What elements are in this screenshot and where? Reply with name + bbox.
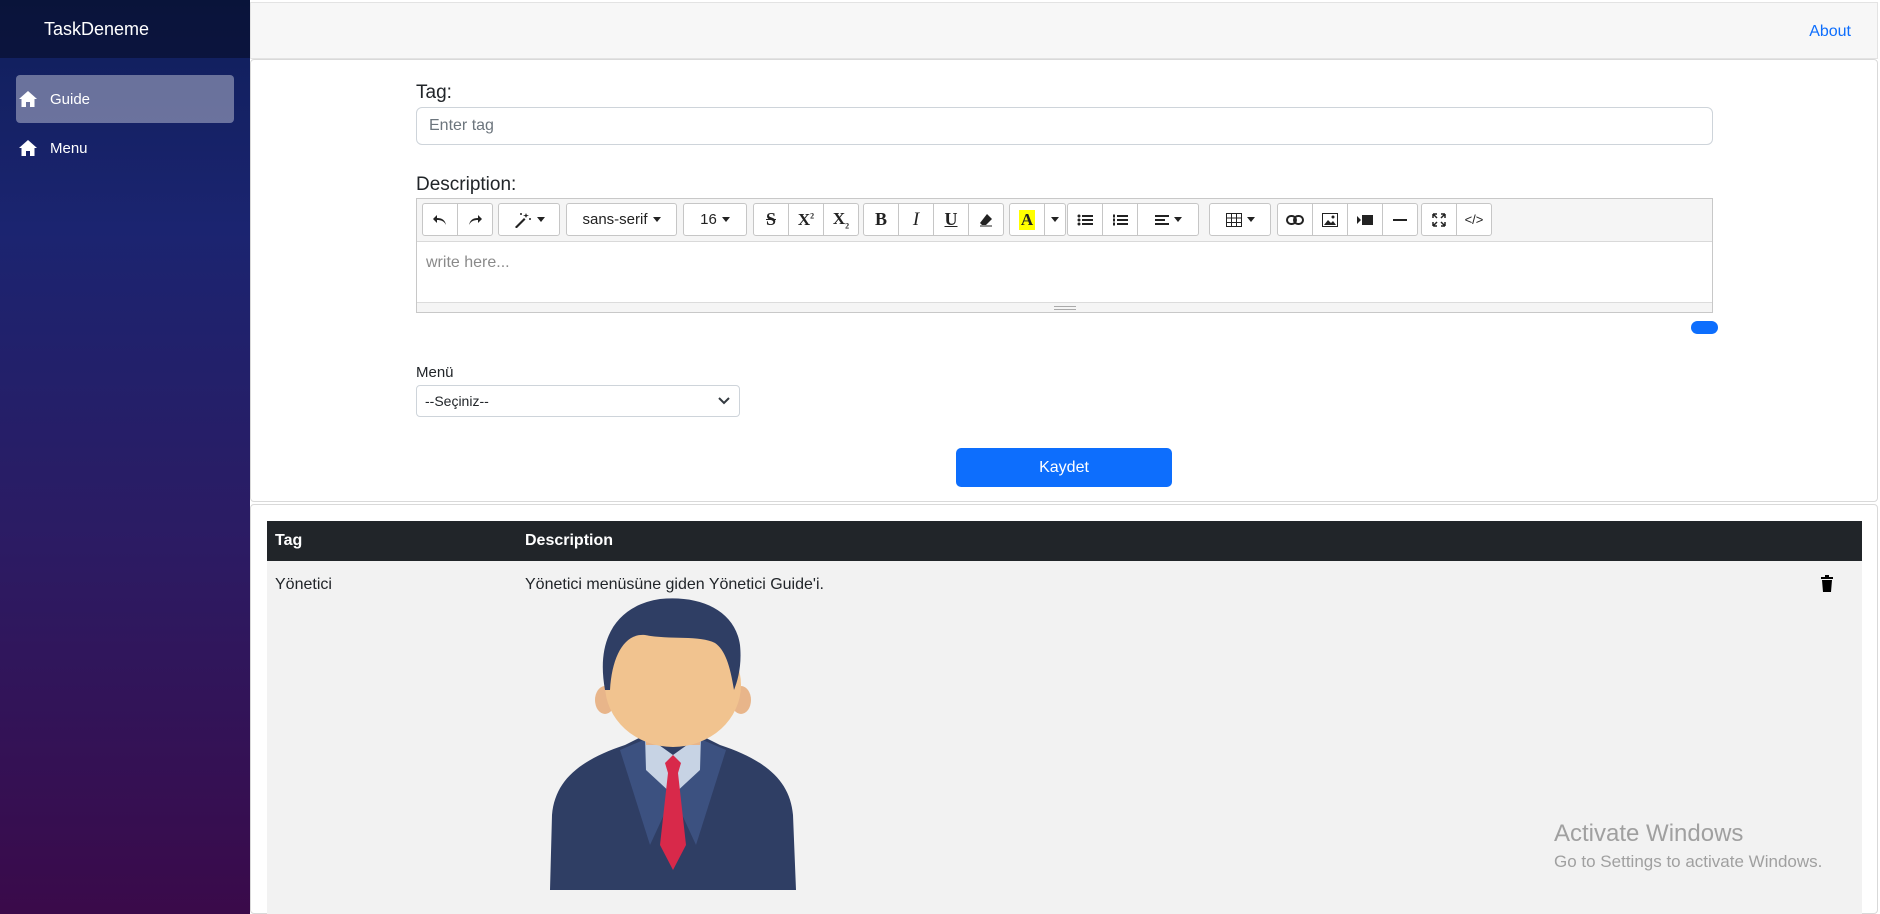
windows-activation-watermark: Activate Windows Go to Settings to activ… — [1554, 820, 1822, 872]
undo-button[interactable] — [422, 203, 458, 236]
guide-form-card: Tag: Description: sans-serif — [250, 59, 1878, 502]
editor-toolbar: sans-serif 16 S X2 X2 B I U A </> — [417, 199, 1712, 242]
text-color-button[interactable]: A — [1009, 203, 1045, 236]
image-icon — [1322, 212, 1338, 227]
row-description: Yönetici menüsüne giden Yönetici Guide'i… — [525, 576, 824, 593]
font-size-value: 16 — [700, 211, 717, 228]
clear-format-button[interactable] — [968, 203, 1004, 236]
subscript-button[interactable]: X2 — [823, 203, 859, 236]
chevron-down-icon — [718, 397, 730, 405]
unordered-list-button[interactable] — [1067, 203, 1103, 236]
ordered-list-button[interactable] — [1102, 203, 1138, 236]
businessman-avatar-image — [550, 598, 796, 890]
editor-content[interactable]: write here... — [417, 242, 1712, 302]
trash-icon[interactable] — [1817, 574, 1837, 594]
watermark-title: Activate Windows — [1554, 820, 1744, 847]
horizontal-rule-button[interactable] — [1382, 203, 1418, 236]
redo-button[interactable] — [457, 203, 493, 236]
bold-button[interactable]: B — [863, 203, 899, 236]
sidebar-item-menu[interactable]: Menu — [16, 124, 234, 172]
editor-resize-bar[interactable] — [417, 302, 1712, 312]
description-label: Description: — [416, 174, 517, 195]
redo-icon — [469, 214, 482, 225]
superscript-icon: X2 — [797, 209, 815, 229]
column-header-description: Description — [525, 532, 614, 549]
underline-button[interactable]: U — [933, 203, 969, 236]
ordered-list-icon — [1113, 214, 1128, 225]
style-dropdown[interactable] — [498, 203, 560, 236]
menu-select[interactable]: --Seçiniz-- — [416, 385, 740, 417]
fullscreen-button[interactable] — [1421, 203, 1457, 236]
eraser-icon — [980, 213, 992, 226]
table-dropdown[interactable] — [1209, 203, 1271, 236]
sidebar-item-label: Guide — [50, 90, 91, 108]
strikethrough-button[interactable]: S — [753, 203, 789, 236]
fullscreen-icon — [1432, 212, 1446, 227]
superscript-button[interactable]: X2 — [788, 203, 824, 236]
sidebar: TaskDeneme Guide Menu — [0, 0, 250, 914]
text-color-icon: A — [1018, 209, 1036, 230]
column-header-tag: Tag — [275, 532, 303, 549]
tag-input[interactable] — [416, 107, 1713, 145]
rich-text-editor: sans-serif 16 S X2 X2 B I U A </> write … — [416, 198, 1713, 313]
italic-icon: I — [912, 208, 920, 230]
top-navbar: About — [250, 2, 1878, 59]
paragraph-align-dropdown[interactable] — [1137, 203, 1199, 236]
video-icon — [1357, 214, 1373, 225]
font-size-dropdown[interactable]: 16 — [683, 203, 747, 236]
table-header: Tag Description — [267, 521, 1862, 561]
underline-icon: U — [944, 209, 958, 229]
watermark-subtitle: Go to Settings to activate Windows. — [1554, 852, 1823, 871]
home-icon — [18, 89, 38, 109]
font-name-dropdown[interactable]: sans-serif — [566, 203, 677, 236]
about-link[interactable]: About — [1809, 23, 1851, 41]
save-button[interactable]: Kaydet — [956, 448, 1172, 487]
horizontal-rule-icon — [1393, 218, 1407, 221]
unordered-list-icon — [1077, 214, 1093, 225]
align-icon — [1154, 214, 1169, 225]
toggle-pill[interactable] — [1691, 321, 1718, 334]
menu-label: Menü — [416, 364, 454, 381]
sidebar-nav: Guide Menu — [0, 58, 250, 190]
link-button[interactable] — [1277, 203, 1313, 236]
bold-icon: B — [874, 209, 887, 229]
sidebar-item-guide[interactable]: Guide — [16, 75, 234, 123]
resize-grip-icon — [1054, 306, 1076, 310]
font-name-value: sans-serif — [582, 211, 648, 228]
style-wand-icon — [514, 212, 531, 228]
code-view-icon: </> — [1464, 212, 1484, 227]
menu-select-value: --Seçiniz-- — [425, 393, 489, 409]
undo-icon — [433, 214, 446, 225]
sidebar-item-label: Menu — [50, 139, 88, 157]
strikethrough-icon: S — [765, 209, 776, 229]
tag-label: Tag: — [416, 82, 452, 103]
home-icon — [18, 138, 38, 158]
code-view-button[interactable]: </> — [1456, 203, 1492, 236]
image-button[interactable] — [1312, 203, 1348, 236]
subscript-icon: X2 — [832, 208, 850, 231]
row-tag: Yönetici — [275, 576, 332, 593]
table-icon — [1225, 212, 1242, 227]
link-icon — [1286, 214, 1304, 225]
video-button[interactable] — [1347, 203, 1383, 236]
app-title: TaskDeneme — [0, 0, 250, 58]
text-color-dropdown[interactable] — [1044, 203, 1066, 236]
italic-button[interactable]: I — [898, 203, 934, 236]
